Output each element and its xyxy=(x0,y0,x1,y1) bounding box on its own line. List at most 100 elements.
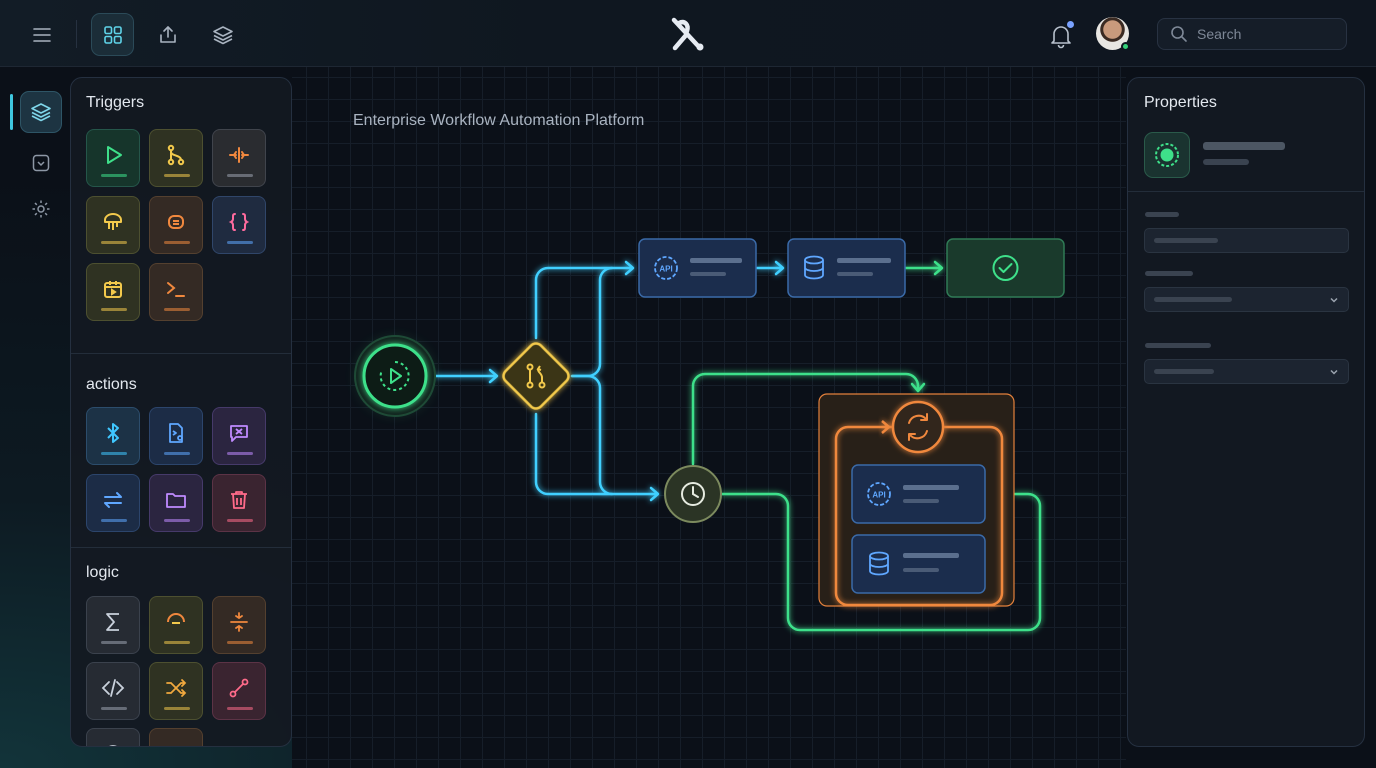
section-title-logic: logic xyxy=(86,564,119,581)
node-type-skeleton xyxy=(1203,159,1249,165)
braces-icon xyxy=(228,213,250,231)
app-logo-icon xyxy=(671,17,704,51)
tile-file-code[interactable] xyxy=(149,407,203,465)
section-title-actions: actions xyxy=(86,376,137,393)
success-node[interactable] xyxy=(946,238,1065,298)
rail-settings-button[interactable] xyxy=(20,188,62,230)
rail-active-indicator xyxy=(10,94,13,130)
search-field[interactable]: Search xyxy=(1157,18,1347,50)
branch-decision-node[interactable] xyxy=(501,341,572,412)
grid-icon xyxy=(103,25,122,44)
tile-bar xyxy=(227,174,253,177)
tile-split-vertical[interactable] xyxy=(212,596,266,654)
toolbar-divider xyxy=(76,20,77,48)
split-icon xyxy=(229,147,249,163)
tile-bar xyxy=(101,308,127,311)
half-circle-icon xyxy=(167,613,185,624)
section-divider xyxy=(71,547,291,548)
tile-code[interactable] xyxy=(86,662,140,720)
tile-bar xyxy=(101,452,127,455)
webhook-icon xyxy=(104,213,122,230)
database-node[interactable] xyxy=(787,238,906,298)
layers-icon xyxy=(31,103,51,122)
tile-partial[interactable] xyxy=(86,728,140,746)
transfer-icon xyxy=(104,492,122,508)
code-icon xyxy=(101,679,125,697)
split-vertical-icon xyxy=(230,612,248,632)
node-name-skeleton xyxy=(1203,142,1285,150)
field-label-skeleton xyxy=(1145,212,1179,217)
notification-dot xyxy=(1067,21,1074,28)
delay-timer-node[interactable] xyxy=(664,465,722,523)
tile-split[interactable] xyxy=(212,129,266,187)
circle-icon xyxy=(109,745,117,746)
tile-bar xyxy=(227,241,253,244)
tile-play[interactable] xyxy=(86,129,140,187)
svg-text:API: API xyxy=(659,265,672,274)
tile-braces[interactable] xyxy=(212,196,266,254)
search-icon xyxy=(1171,26,1187,42)
record-dot-icon xyxy=(1155,143,1179,167)
workflow-diagram: API API xyxy=(354,238,1065,632)
properties-panel: Properties xyxy=(1127,77,1365,747)
tile-message-x[interactable] xyxy=(212,407,266,465)
tile-route[interactable] xyxy=(212,662,266,720)
skeleton-line xyxy=(903,499,939,503)
property-select-1[interactable] xyxy=(1144,287,1349,312)
property-text-field[interactable] xyxy=(1144,228,1349,253)
rail-components-button[interactable] xyxy=(20,91,62,133)
share-button[interactable] xyxy=(146,13,189,56)
tile-partial[interactable] xyxy=(149,728,203,746)
api-node[interactable]: API xyxy=(638,238,757,298)
tile-bot[interactable] xyxy=(149,196,203,254)
terminal-icon xyxy=(167,282,185,297)
folder-icon xyxy=(166,493,186,508)
loop-node[interactable] xyxy=(891,400,945,454)
skeleton-line xyxy=(690,272,726,276)
svg-text:API: API xyxy=(872,491,885,500)
variable-box-icon xyxy=(32,154,50,172)
tile-sigma[interactable] xyxy=(86,596,140,654)
tile-bar xyxy=(101,707,127,710)
field-label-skeleton xyxy=(1145,271,1193,276)
tile-transfer[interactable] xyxy=(86,474,140,532)
start-trigger-node[interactable] xyxy=(354,335,436,417)
skeleton-line xyxy=(903,568,939,572)
tile-trash[interactable] xyxy=(212,474,266,532)
tile-git-merge[interactable] xyxy=(149,129,203,187)
bluetooth-icon xyxy=(107,423,119,443)
online-status-dot xyxy=(1121,42,1130,51)
tile-bar xyxy=(101,174,127,177)
property-select-2[interactable] xyxy=(1144,359,1349,384)
tile-half-circle[interactable] xyxy=(149,596,203,654)
loop-api-node[interactable]: API xyxy=(851,464,986,524)
selected-node-icon xyxy=(1144,132,1190,178)
components-panel: Triggers actions logic xyxy=(70,77,292,747)
tile-bar xyxy=(101,519,127,522)
tile-bar xyxy=(164,174,190,177)
skeleton-line xyxy=(837,258,891,263)
tile-bar xyxy=(101,641,127,644)
chevron-down-icon xyxy=(1330,369,1338,375)
tile-folder[interactable] xyxy=(149,474,203,532)
tile-bar xyxy=(164,519,190,522)
tile-bar xyxy=(227,452,253,455)
skeleton-line xyxy=(903,485,959,490)
route-icon xyxy=(229,678,249,698)
tile-bar xyxy=(164,308,190,311)
layers-button[interactable] xyxy=(201,13,244,56)
tile-terminal[interactable] xyxy=(149,263,203,321)
tile-bar xyxy=(101,241,127,244)
tile-bar xyxy=(164,241,190,244)
menu-button[interactable] xyxy=(20,13,63,56)
tile-bluetooth[interactable] xyxy=(86,407,140,465)
skeleton-line xyxy=(690,258,742,263)
rail-variables-button[interactable] xyxy=(20,142,62,184)
tile-webhook[interactable] xyxy=(86,196,140,254)
tile-shuffle[interactable] xyxy=(149,662,203,720)
loop-database-node[interactable] xyxy=(851,534,986,594)
tile-bar xyxy=(227,519,253,522)
grid-view-button[interactable] xyxy=(91,13,134,56)
top-bar: Search xyxy=(0,0,1376,67)
tile-calendar[interactable] xyxy=(86,263,140,321)
